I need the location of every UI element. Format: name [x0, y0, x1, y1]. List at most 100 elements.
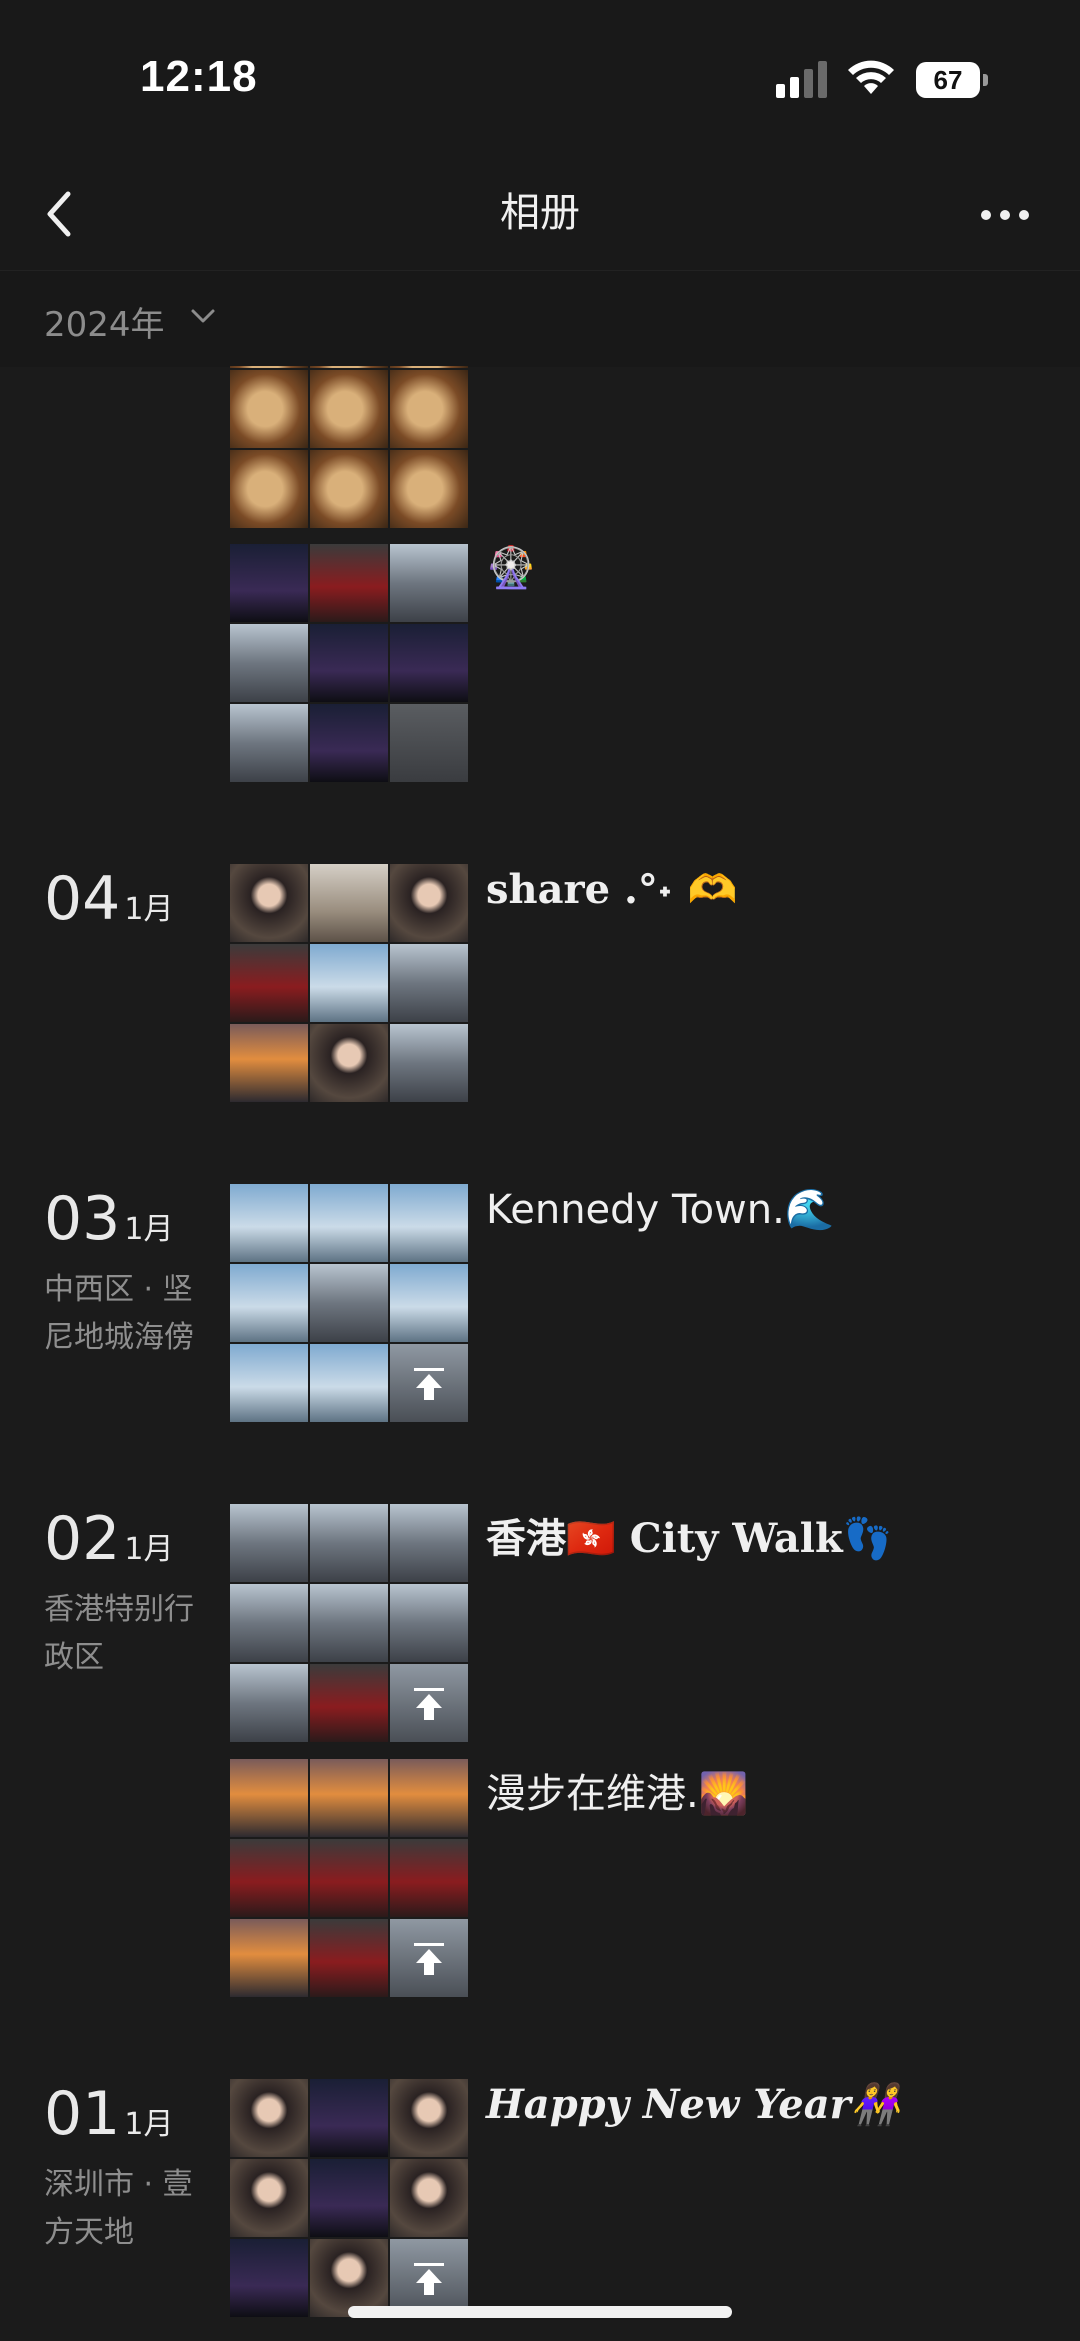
- photo-thumbnail[interactable]: [390, 544, 468, 622]
- photo-thumbnail[interactable]: [310, 2079, 388, 2157]
- post-caption: Kennedy Town.🌊: [486, 1187, 835, 1233]
- photo-grid[interactable]: [230, 1184, 468, 1422]
- photo-thumbnail[interactable]: [390, 1344, 468, 1422]
- photo-grid[interactable]: [230, 544, 468, 782]
- photo-thumbnail[interactable]: [230, 1839, 308, 1917]
- post-day: 04: [44, 864, 121, 934]
- photo-grid[interactable]: [230, 2079, 468, 2317]
- photo-thumbnail[interactable]: [230, 544, 308, 622]
- photo-thumbnail[interactable]: [390, 1919, 468, 1997]
- post-date: 02 1月: [44, 1504, 173, 1574]
- upload-arrow-icon: [414, 1943, 444, 1975]
- photo-thumbnail[interactable]: [310, 544, 388, 622]
- photo-thumbnail[interactable]: [390, 1504, 468, 1582]
- photo-thumbnail[interactable]: [310, 2159, 388, 2237]
- photo-grid[interactable]: [230, 1759, 468, 1997]
- photo-thumbnail[interactable]: [230, 1759, 308, 1837]
- post-day: 01: [44, 2079, 121, 2149]
- year-filter-label: 2024年: [44, 305, 165, 345]
- post-location-line: 尼地城海傍: [44, 1320, 194, 1355]
- photo-thumbnail[interactable]: [310, 1919, 388, 1997]
- upload-arrow-icon: [414, 1688, 444, 1720]
- post-location-line: 方天地: [44, 2215, 134, 2250]
- album-feed[interactable]: 🎡 04 1月 share .°˖ 🫶 03 1月 中西区 · 坚 尼地城海傍 Ke…: [0, 366, 1080, 2341]
- post-location-line: 深圳市 · 壹: [44, 2167, 193, 2202]
- photo-thumbnail[interactable]: [390, 1759, 468, 1837]
- photo-thumbnail[interactable]: [390, 366, 468, 368]
- photo-grid[interactable]: [230, 864, 468, 1102]
- photo-thumbnail[interactable]: [230, 1504, 308, 1582]
- photo-thumbnail[interactable]: [310, 1759, 388, 1837]
- photo-thumbnail[interactable]: [390, 1839, 468, 1917]
- post-location-line: 政区: [44, 1640, 104, 1675]
- battery-percent: 67: [933, 65, 963, 95]
- photo-thumbnail[interactable]: [310, 944, 388, 1022]
- photo-thumbnail[interactable]: [230, 704, 308, 782]
- photo-thumbnail[interactable]: [230, 1184, 308, 1262]
- photo-thumbnail[interactable]: [310, 370, 388, 448]
- more-options-icon[interactable]: [980, 200, 1030, 230]
- photo-thumbnail[interactable]: [310, 864, 388, 942]
- photo-thumbnail[interactable]: [390, 1024, 468, 1102]
- photo-thumbnail[interactable]: [310, 704, 388, 782]
- photo-thumbnail[interactable]: [230, 864, 308, 942]
- photo-thumbnail[interactable]: [310, 1344, 388, 1422]
- photo-thumbnail[interactable]: [310, 450, 388, 528]
- photo-thumbnail[interactable]: [230, 1024, 308, 1102]
- photo-thumbnail[interactable]: [310, 1504, 388, 1582]
- photo-grid[interactable]: [230, 1504, 468, 1742]
- photo-thumbnail[interactable]: [310, 1024, 388, 1102]
- photo-thumbnail[interactable]: [390, 944, 468, 1022]
- post-date: 03 1月: [44, 1184, 173, 1254]
- photo-thumbnail[interactable]: [390, 624, 468, 702]
- photo-thumbnail[interactable]: [390, 1584, 468, 1662]
- status-time: 12:18: [140, 52, 258, 101]
- post-location: 中西区 · 坚 尼地城海傍: [44, 1266, 214, 1362]
- photo-thumbnail[interactable]: [230, 1264, 308, 1342]
- photo-thumbnail[interactable]: [230, 944, 308, 1022]
- photo-thumbnail[interactable]: [230, 1584, 308, 1662]
- post-month: 1月: [124, 1212, 174, 1247]
- photo-thumbnail[interactable]: [230, 624, 308, 702]
- year-filter[interactable]: 2024年: [0, 270, 1080, 367]
- home-indicator[interactable]: [348, 2306, 732, 2318]
- photo-thumbnail[interactable]: [310, 366, 388, 368]
- photo-thumbnail[interactable]: [310, 1664, 388, 1742]
- photo-thumbnail[interactable]: [390, 2159, 468, 2237]
- post-month: 1月: [124, 1532, 174, 1567]
- photo-thumbnail[interactable]: [230, 450, 308, 528]
- photo-thumbnail[interactable]: [390, 450, 468, 528]
- post-caption: Happy New Year👭: [486, 2081, 901, 2128]
- photo-thumbnail[interactable]: [230, 1344, 308, 1422]
- photo-thumbnail[interactable]: [390, 1664, 468, 1742]
- photo-thumbnail[interactable]: [230, 2159, 308, 2237]
- photo-thumbnail[interactable]: [230, 370, 308, 448]
- photo-grid[interactable]: [230, 366, 468, 528]
- photo-thumbnail[interactable]: [390, 370, 468, 448]
- photo-thumbnail[interactable]: [230, 2079, 308, 2157]
- photo-thumbnail[interactable]: [390, 2079, 468, 2157]
- post-date: 04 1月: [44, 864, 173, 934]
- photo-thumbnail[interactable]: [390, 704, 468, 782]
- photo-thumbnail[interactable]: [390, 1184, 468, 1262]
- post-day: 03: [44, 1184, 121, 1254]
- photo-thumbnail[interactable]: [230, 1919, 308, 1997]
- battery-icon: 67: [916, 62, 990, 98]
- photo-thumbnail[interactable]: [310, 1839, 388, 1917]
- photo-thumbnail[interactable]: [230, 2239, 308, 2317]
- chevron-down-icon: [191, 309, 215, 323]
- post-caption: 漫步在维港.🌄: [486, 1771, 749, 1817]
- post-caption: share .°˖ 🫶: [486, 866, 738, 913]
- page-title: 相册: [500, 190, 580, 236]
- photo-thumbnail[interactable]: [230, 366, 308, 368]
- wifi-icon: [848, 60, 894, 94]
- photo-thumbnail[interactable]: [310, 1184, 388, 1262]
- photo-thumbnail[interactable]: [310, 1584, 388, 1662]
- photo-thumbnail[interactable]: [390, 864, 468, 942]
- cellular-signal-icon: [776, 61, 827, 98]
- post-caption: 🎡: [486, 545, 536, 591]
- photo-thumbnail[interactable]: [390, 1264, 468, 1342]
- photo-thumbnail[interactable]: [230, 1664, 308, 1742]
- photo-thumbnail[interactable]: [310, 624, 388, 702]
- photo-thumbnail[interactable]: [310, 1264, 388, 1342]
